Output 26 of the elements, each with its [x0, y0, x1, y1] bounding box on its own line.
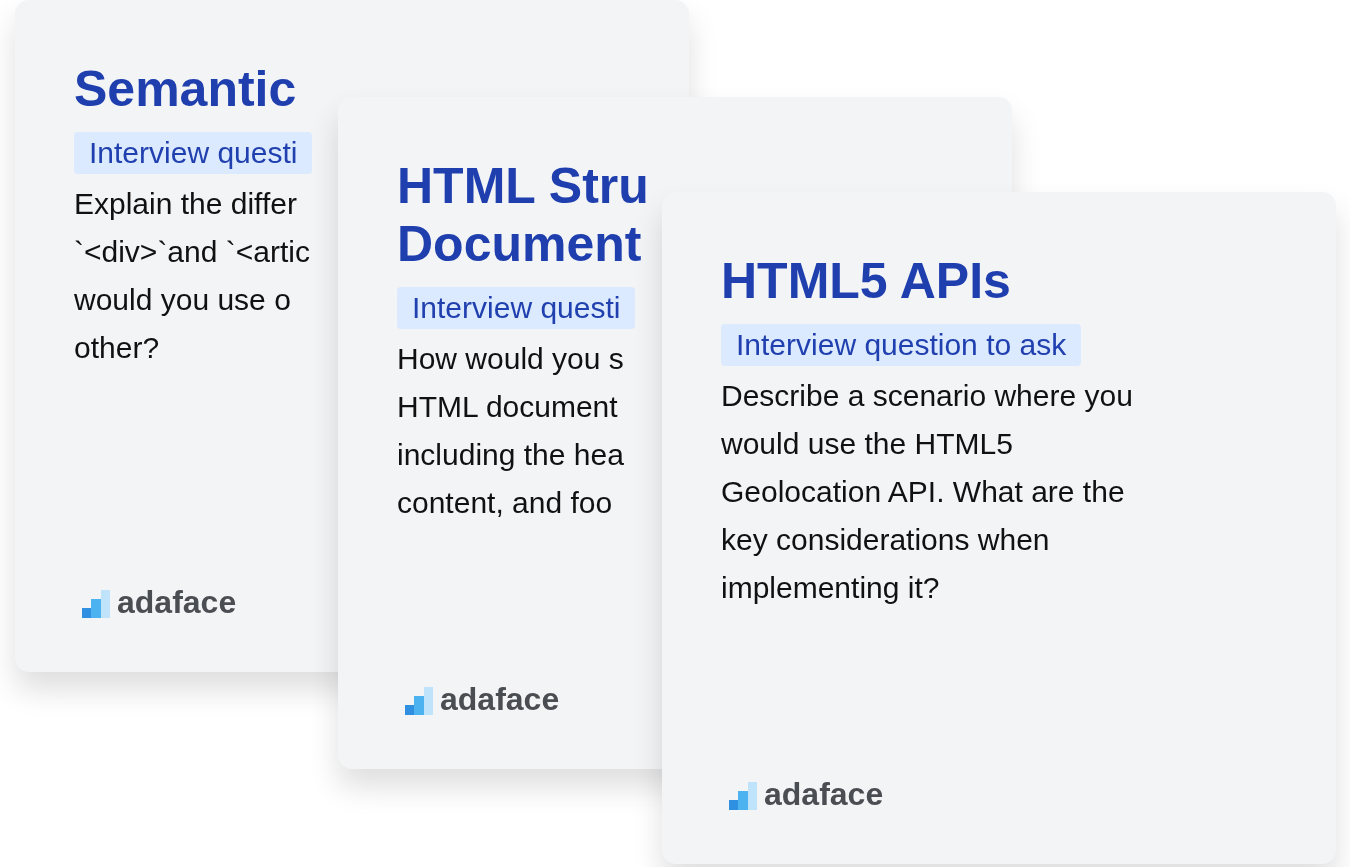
logo-icon: [405, 687, 434, 715]
question-text: would you use o: [74, 282, 291, 318]
question-text: other?: [74, 330, 160, 366]
logo-wordmark: adaface: [764, 778, 884, 810]
logo-icon: [729, 782, 758, 810]
question-tag: Interview questi: [74, 132, 313, 174]
question-text: would use the HTML5: [721, 426, 1013, 462]
card-title: Semantic: [74, 60, 297, 118]
question-text: Geolocation API. What are the: [721, 474, 1125, 510]
question-text: content, and foo: [397, 485, 613, 521]
question-text: including the hea: [397, 437, 624, 473]
card-title: Document: [397, 215, 642, 273]
question-text: HTML document: [397, 389, 618, 425]
question-text: `<div>`and `<artic: [74, 234, 310, 270]
question-text: implementing it?: [721, 570, 940, 606]
logo-wordmark: adaface: [117, 586, 237, 618]
question-text: Describe a scenario where you: [721, 378, 1133, 414]
logo-wordmark: adaface: [440, 683, 560, 715]
card-title: HTML Stru: [397, 157, 649, 215]
logo-icon: [82, 590, 111, 618]
question-tag: Interview question to ask: [721, 324, 1082, 366]
question-text: key considerations when: [721, 522, 1050, 558]
question-tag: Interview questi: [397, 287, 636, 329]
question-text: How would you s: [397, 341, 624, 377]
question-text: Explain the differ: [74, 186, 297, 222]
card-title: HTML5 APIs: [721, 252, 1011, 310]
